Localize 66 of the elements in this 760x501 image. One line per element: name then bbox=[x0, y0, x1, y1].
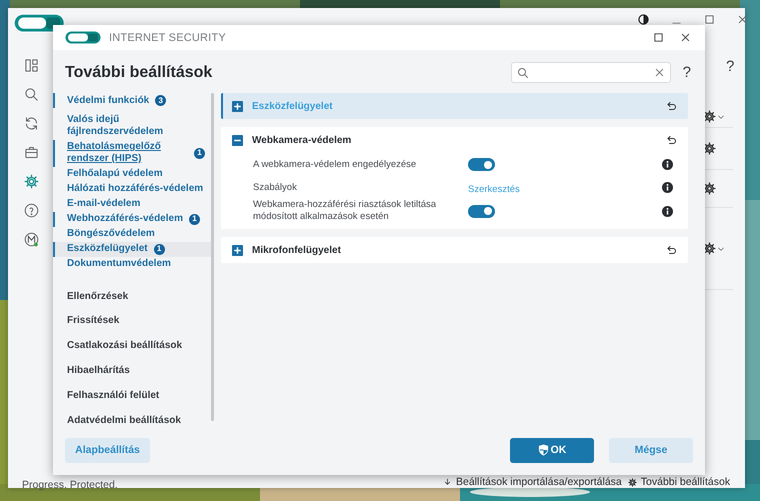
footer-link[interactable]: További beállítások bbox=[640, 476, 730, 488]
dashboard-icon[interactable] bbox=[24, 58, 39, 73]
shield-icon bbox=[538, 444, 549, 456]
info-icon[interactable] bbox=[662, 159, 673, 170]
brand-name: INTERNET SECURITY bbox=[109, 32, 226, 44]
dialog-title: További beállítások bbox=[65, 64, 212, 82]
ok-button[interactable]: OK bbox=[510, 438, 594, 462]
search-icon bbox=[516, 66, 529, 78]
info-icon[interactable] bbox=[662, 182, 673, 193]
help-icon[interactable]: ? bbox=[726, 58, 734, 75]
nav-item[interactable]: Csatlakozási beállítások bbox=[53, 334, 211, 359]
section-title[interactable]: Mikrofonfelügyelet bbox=[252, 244, 657, 256]
expand-icon[interactable] bbox=[232, 244, 243, 256]
expand-icon[interactable] bbox=[232, 100, 243, 112]
nav-item[interactable]: Ellenőrzések bbox=[53, 284, 211, 310]
setting-label: Szabályok bbox=[253, 182, 298, 194]
status-text: Progress. Protected. bbox=[22, 479, 118, 491]
nav-item[interactable]: E-mail-védelem bbox=[53, 196, 211, 212]
setting-label: Webkamera-hozzáférési riasztások letiltása módosított alkalmazások esetén bbox=[253, 199, 438, 223]
nav-item[interactable]: Hibaelhárítás bbox=[53, 358, 211, 384]
nav-item[interactable]: Eszközfelügyelet 1 bbox=[53, 242, 211, 257]
gear-icon[interactable] bbox=[703, 142, 716, 155]
toggle-switch[interactable] bbox=[468, 158, 495, 171]
gear-icon[interactable] bbox=[703, 110, 716, 123]
refresh-icon[interactable] bbox=[24, 116, 39, 131]
info-icon[interactable] bbox=[662, 206, 673, 216]
search-field[interactable] bbox=[510, 62, 671, 83]
chevron-icon[interactable] bbox=[717, 112, 725, 120]
nav-item[interactable]: Valós idejű fájlrendszervédelem bbox=[53, 112, 211, 140]
clear-icon[interactable] bbox=[654, 67, 665, 78]
briefcase-icon[interactable] bbox=[24, 145, 39, 160]
account-icon[interactable] bbox=[24, 232, 39, 247]
nav-item[interactable]: Frissítések bbox=[53, 309, 211, 334]
nav-item[interactable]: Dokumentumvédelem bbox=[53, 256, 211, 272]
search-icon[interactable] bbox=[24, 87, 39, 102]
section-title[interactable]: Webkamera-védelem bbox=[252, 134, 657, 146]
nav-item[interactable]: Böngészővédelem bbox=[53, 226, 211, 242]
undo-icon[interactable] bbox=[666, 244, 678, 256]
contrast-icon[interactable] bbox=[638, 14, 649, 25]
footer-link[interactable]: Beállítások importálása/exportálása bbox=[456, 476, 622, 488]
gear-icon[interactable] bbox=[628, 478, 637, 486]
undo-icon[interactable] bbox=[666, 134, 678, 146]
help-icon[interactable] bbox=[24, 203, 39, 218]
count-badge: 3 bbox=[155, 95, 166, 106]
nav-item[interactable]: Hálózati hozzáférés-védelem bbox=[53, 182, 211, 197]
toggle-switch[interactable] bbox=[468, 204, 495, 218]
chevron-icon[interactable] bbox=[717, 244, 725, 252]
nav-item[interactable]: Adatvédelmi beállítások bbox=[53, 408, 211, 434]
close-icon[interactable] bbox=[680, 32, 691, 43]
gear-icon[interactable] bbox=[703, 242, 716, 255]
undo-icon[interactable] bbox=[666, 100, 678, 112]
maximize-icon[interactable] bbox=[704, 14, 715, 25]
settings-icon[interactable] bbox=[24, 174, 39, 189]
nav-item[interactable]: Felhőalapú védelem bbox=[53, 166, 211, 182]
nav-item[interactable]: Felhasználói felület bbox=[53, 383, 211, 408]
count-badge: 1 bbox=[194, 148, 205, 159]
logo-icon bbox=[65, 31, 101, 44]
count-badge: 1 bbox=[188, 214, 200, 225]
close-icon[interactable] bbox=[737, 14, 748, 25]
import-icon[interactable] bbox=[443, 478, 452, 486]
setting-label: A webkamera-védelem engedélyezése bbox=[253, 158, 418, 170]
help-icon[interactable]: ? bbox=[682, 64, 691, 81]
collapse-icon[interactable] bbox=[232, 134, 243, 146]
gear-icon[interactable] bbox=[703, 182, 716, 195]
maximize-icon[interactable] bbox=[653, 32, 664, 43]
count-badge: 1 bbox=[154, 244, 165, 255]
